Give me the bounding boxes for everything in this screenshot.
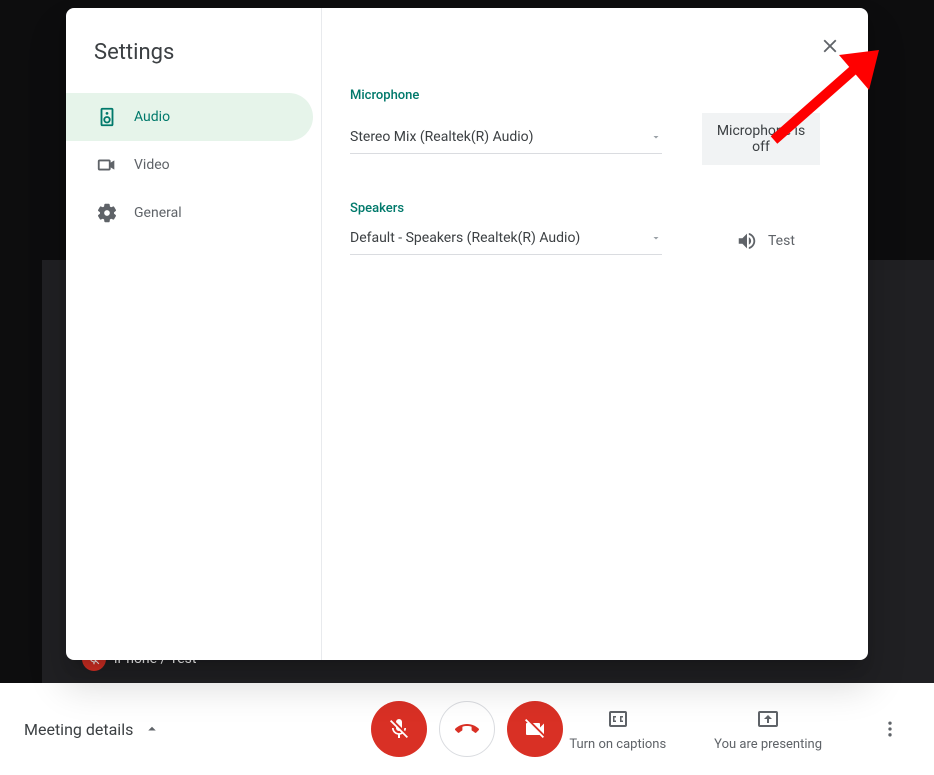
mic-off-icon bbox=[387, 717, 411, 741]
microphone-select[interactable]: Stereo Mix (Realtek(R) Audio) bbox=[350, 125, 662, 154]
dropdown-icon bbox=[650, 232, 662, 244]
settings-title: Settings bbox=[66, 32, 321, 93]
dropdown-icon bbox=[650, 131, 662, 143]
microphone-selected: Stereo Mix (Realtek(R) Audio) bbox=[350, 129, 534, 145]
more-options-button[interactable] bbox=[870, 709, 910, 749]
video-icon bbox=[96, 154, 118, 176]
settings-sidebar: Settings Audio Video General bbox=[66, 8, 322, 660]
more-vert-icon bbox=[880, 719, 900, 739]
present-button[interactable]: You are presenting bbox=[714, 707, 822, 752]
call-controls bbox=[371, 701, 563, 757]
meeting-details-label: Meeting details bbox=[24, 720, 133, 739]
bottom-bar: Meeting details Turn on captions You are… bbox=[0, 683, 934, 775]
nav-audio-label: Audio bbox=[134, 109, 170, 125]
captions-button[interactable]: Turn on captions bbox=[569, 707, 666, 752]
test-speakers-button[interactable]: Test bbox=[736, 230, 795, 252]
settings-modal: Settings Audio Video General Microphone … bbox=[66, 8, 868, 660]
gear-icon bbox=[96, 202, 118, 224]
speaker-icon bbox=[96, 106, 118, 128]
nav-video-label: Video bbox=[134, 157, 170, 173]
speakers-select[interactable]: Default - Speakers (Realtek(R) Audio) bbox=[350, 226, 662, 255]
nav-item-general[interactable]: General bbox=[66, 189, 313, 237]
nav-item-audio[interactable]: Audio bbox=[66, 93, 313, 141]
speakers-label: Speakers bbox=[350, 201, 840, 216]
captions-label: Turn on captions bbox=[569, 737, 666, 752]
meeting-details-button[interactable]: Meeting details bbox=[24, 720, 161, 739]
nav-general-label: General bbox=[134, 205, 182, 221]
mute-mic-button[interactable] bbox=[371, 701, 427, 757]
present-label: You are presenting bbox=[714, 737, 822, 752]
captions-icon bbox=[606, 707, 630, 731]
camera-off-button[interactable] bbox=[507, 701, 563, 757]
present-icon bbox=[756, 707, 780, 731]
hangup-button[interactable] bbox=[439, 701, 495, 757]
settings-content: Microphone Stereo Mix (Realtek(R) Audio)… bbox=[322, 8, 868, 660]
close-icon bbox=[819, 35, 841, 57]
camera-off-icon bbox=[523, 717, 547, 741]
nav-item-video[interactable]: Video bbox=[66, 141, 313, 189]
microphone-label: Microphone bbox=[350, 88, 840, 103]
microphone-status: Microphone is off bbox=[702, 113, 820, 165]
volume-icon bbox=[736, 230, 758, 252]
speakers-selected: Default - Speakers (Realtek(R) Audio) bbox=[350, 230, 580, 246]
close-button[interactable] bbox=[810, 26, 850, 66]
chevron-up-icon bbox=[143, 720, 161, 738]
phone-hangup-icon bbox=[455, 717, 479, 741]
right-controls: Turn on captions You are presenting bbox=[569, 707, 910, 752]
test-label: Test bbox=[768, 233, 795, 249]
